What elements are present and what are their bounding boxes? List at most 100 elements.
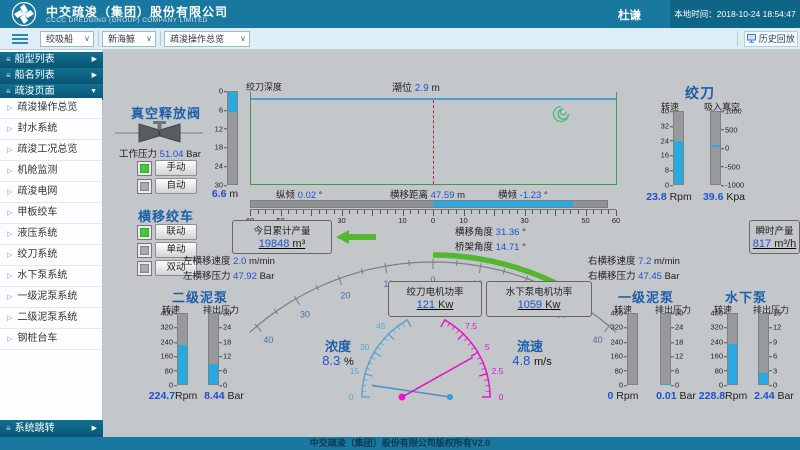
arrow-icon: ▶ (92, 420, 97, 437)
gauge-tick-label: 0 (725, 144, 729, 152)
sidebar-item[interactable]: ▷疏浚操作总览 (0, 98, 102, 119)
sidebar-item-label: 绞刀系统 (17, 249, 57, 260)
gauge-tick-label: 0 (219, 87, 223, 95)
history-playback-button[interactable]: 历史回放 (744, 31, 798, 47)
gauge-scale-label: 30 (300, 309, 310, 319)
gauge-tick-label: 500 (725, 126, 738, 134)
gauge-tick-label: 240 (710, 338, 723, 346)
sidebar-item[interactable]: ▷ 二级泥泵系统 (0, 308, 102, 329)
traverse-distance-readout: 横移距离 47.59 m (390, 187, 465, 201)
ruler-tick (448, 210, 449, 214)
arrow-icon: ▶ (92, 68, 97, 84)
concentration-arc (362, 320, 407, 397)
gauge-tick (274, 309, 278, 314)
sidebar-item[interactable]: ▷机舱监测 (0, 161, 102, 182)
uwpump-pressure-gauge: 15129630 (758, 313, 788, 385)
ruler-tick (319, 210, 320, 214)
sidebar-item-system-jump[interactable]: ≡系统跳转▶ (0, 420, 103, 437)
dredging-monitor-app: 中交疏浚（集团）股份有限公司 CCCC DREDGING (GROUP) COM… (0, 0, 800, 450)
gauge-tick-label: 12 (773, 324, 781, 332)
cutter-depth-value: 6.6 m (206, 188, 244, 200)
expand-icon: ▷ (7, 336, 12, 343)
gauge-scale-label: 7.5 (465, 321, 477, 331)
gauge-tick (338, 276, 341, 285)
uwpump-pressure-value: 2.44 Bar (750, 390, 798, 402)
ship-name-select[interactable]: 新海鲸∨ (102, 31, 156, 47)
gauge-bar (673, 111, 684, 185)
sidebar-item-label: 封水系统 (17, 123, 57, 134)
sidebar-item[interactable]: ▷疏浚工况总览 (0, 140, 102, 161)
working-pressure-readout: 工作压力 51.04 Bar (119, 146, 201, 160)
gauge-tick-label: 6 (773, 352, 777, 360)
arrow-icon: ▶ (92, 52, 97, 68)
cutter-motor-power-label: 绞刀电机功率 (389, 284, 481, 298)
expand-icon: ▷ (7, 315, 12, 322)
mode-button[interactable]: 联动 (155, 224, 197, 240)
sidebar-item[interactable]: ▷甲板绞车 (0, 203, 102, 224)
sidebar-item[interactable]: ▷液压系统 (0, 224, 102, 245)
ruler-tick (372, 210, 373, 216)
gauge-bar (727, 313, 738, 385)
gauge-tick-label: 0 (619, 381, 623, 389)
sidebar-group-ship-type[interactable]: ≡船型列表▶ (0, 52, 103, 68)
username[interactable]: 杜谦 (618, 7, 641, 23)
sidebar-item[interactable]: ▷封水系统 (0, 119, 102, 140)
gauge-tick-label: 6 (219, 106, 223, 114)
cutter-speed-gauge: 4032241680 (654, 111, 684, 185)
mode-auto[interactable]: 自动 (137, 178, 197, 194)
gauge-scale-label: 20 (340, 290, 350, 300)
page-select[interactable]: 疏浚操作总览∨ (164, 31, 250, 47)
mode-button[interactable]: 自动 (155, 178, 197, 194)
footer-copyright: 中交疏浚（集团）股份有限公司版权所有V2.0 (0, 437, 800, 450)
sidebar-item-label: 钢桩台车 (17, 333, 57, 344)
ruler-tick (502, 210, 503, 214)
ruler-tick (258, 210, 259, 214)
gauge-tick (471, 352, 479, 357)
sidebar-item[interactable]: ▷ 钢桩台车 (0, 329, 102, 350)
gauge-tick-label: -500 (725, 163, 740, 171)
uw-pump-motor-power-label: 水下泵电机功率 (487, 284, 591, 298)
ruler-tick (608, 210, 609, 214)
gauge-tick (388, 333, 394, 340)
menu-toggle-icon[interactable] (12, 34, 28, 45)
local-time-value: 2018-10-24 18:54:47 (717, 9, 796, 19)
expand-icon: ▷ (7, 147, 12, 154)
sidebar-item-label: 二级泥泵系统 (17, 312, 77, 323)
sidebar-group-label: 船型列表 (15, 54, 55, 65)
chevron-down-icon: ∨ (146, 32, 152, 46)
ruler-tick (509, 210, 510, 214)
ruler-tick (273, 210, 274, 214)
led-indicator (137, 161, 152, 176)
pump1-speed-gauge: 400320240160800 (608, 313, 638, 385)
gauge-scale-label: 5 (485, 342, 490, 352)
ruler-tick (578, 210, 579, 214)
ruler-label: 30 (337, 216, 345, 225)
valve-icon (113, 117, 205, 145)
list-icon: ≡ (6, 71, 11, 80)
sidebar-item[interactable]: ▷水下泵系统 (0, 266, 102, 287)
ruler-tick (532, 210, 533, 214)
expand-icon: ▷ (7, 273, 12, 280)
gauge-tick (479, 263, 481, 273)
mode-manual[interactable]: 手动 (137, 160, 197, 176)
mode-linked[interactable]: 联动 (137, 224, 197, 240)
gauge-bar (710, 111, 721, 185)
traverse-position-fill (433, 201, 573, 207)
ruler-tick (334, 210, 335, 214)
gauge-scale-label: 0 (499, 392, 504, 402)
ruler-tick (357, 210, 358, 214)
sidebar-item[interactable]: ▷一级泥泵系统 (0, 287, 102, 308)
toolbar-divider (98, 31, 99, 46)
ship-type-select[interactable]: 绞吸船∨ (40, 31, 94, 47)
ruler-tick (303, 210, 304, 214)
ruler-tick (540, 210, 541, 214)
expand-icon: ▷ (7, 105, 12, 112)
sidebar-item-label: 疏浚电网 (17, 186, 57, 197)
gauge-scale-label: 45 (376, 321, 386, 331)
gauge-tick-label: 24 (675, 324, 683, 332)
sidebar-group-ship-name[interactable]: ≡船名列表▶ (0, 68, 103, 84)
sidebar-item[interactable]: ▷疏浚电网 (0, 182, 102, 203)
mode-button[interactable]: 手动 (155, 160, 197, 176)
sidebar-item[interactable]: ▷绞刀系统 (0, 245, 102, 266)
history-playback-label: 历史回放 (759, 34, 795, 44)
